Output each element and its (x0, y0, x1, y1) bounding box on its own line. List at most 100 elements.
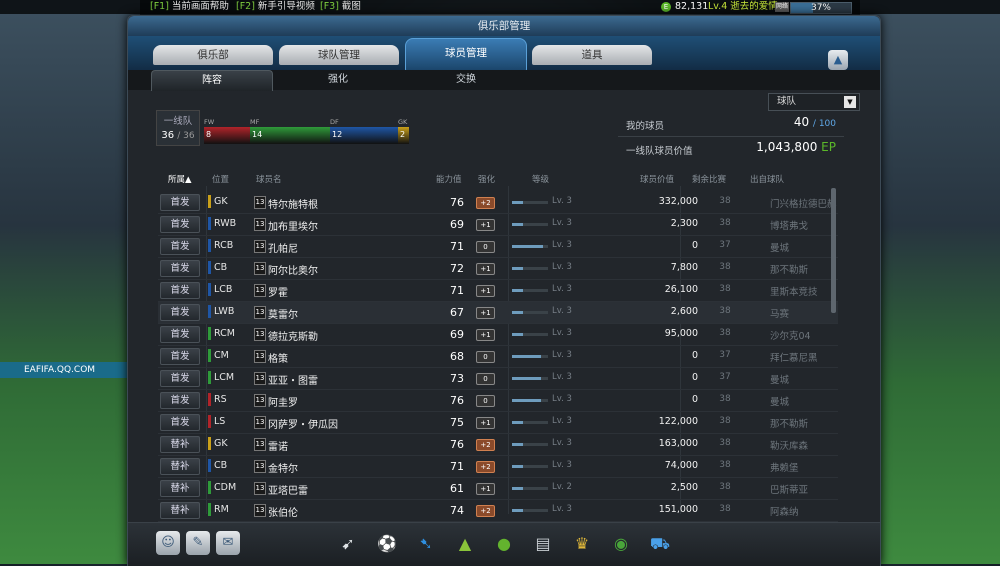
header-ovr[interactable]: 能力值 (436, 173, 462, 185)
table-row[interactable]: 替补 CDM 13 亚塔巴雷 61 +1 Lv. 2 2,500 38 巴斯蒂亚 (158, 478, 838, 500)
lineup-slot-button[interactable]: 替补 (160, 436, 200, 453)
table-row[interactable]: 首发 LCB 13 罗霍 71 +1 Lv. 3 26,100 38 里斯本竞技 (158, 280, 838, 302)
player-name[interactable]: 张伯伦 (268, 504, 298, 519)
boots-icon[interactable]: ➹ (334, 529, 362, 559)
header-level[interactable]: 等级 (532, 173, 549, 185)
bottom-toolbar: ☺ ✎ ✉ ➹ ⚽ ➷ ▲ ● ▤ ♛ ◉ ⛟ (128, 522, 880, 566)
player-name[interactable]: 格策 (268, 350, 288, 365)
level-progress-fill (512, 377, 541, 380)
player-ovr: 72 (450, 262, 464, 275)
cleats-icon[interactable]: ➷ (412, 529, 440, 559)
lineup-slot-button[interactable]: 首发 (160, 194, 200, 211)
table-row[interactable]: 首发 RS 13 阿圭罗 76 0 Lv. 3 0 38 曼城 (158, 390, 838, 412)
lineup-slot-button[interactable]: 首发 (160, 238, 200, 255)
table-row[interactable]: 首发 CB 13 阿尔比奥尔 72 +1 Lv. 3 7,800 38 那不勒斯 (158, 258, 838, 280)
lineup-slot-button[interactable]: 首发 (160, 348, 200, 365)
player-name[interactable]: 金特尔 (268, 460, 298, 475)
table-row[interactable]: 替补 RM 13 张伯伦 74 +2 Lv. 3 151,000 38 阿森纳 (158, 500, 838, 522)
header-price[interactable]: 球员价值 (640, 173, 674, 185)
table-row[interactable]: 替补 GK 13 雷诺 76 +2 Lv. 3 163,000 38 勒沃库森 (158, 434, 838, 456)
club-icon[interactable]: ◉ (607, 529, 635, 559)
origin-club: 巴斯蒂亚 (770, 485, 809, 496)
lineup-slot-button[interactable]: 替补 (160, 502, 200, 519)
lineup-slot-button[interactable]: 首发 (160, 370, 200, 387)
player-name[interactable]: 特尔施特根 (268, 196, 318, 211)
team-filter-select[interactable]: 球队 ▼ (768, 93, 860, 111)
player-name[interactable]: 阿圭罗 (268, 394, 298, 409)
subtab-enhance[interactable]: 强化 (278, 70, 398, 90)
collapse-up-icon[interactable]: ▲ (828, 50, 848, 70)
origin-club: 曼城 (770, 397, 790, 408)
table-row[interactable]: 首发 CM 13 格策 68 0 Lv. 3 0 37 拜仁慕尼黑 (158, 346, 838, 368)
table-row[interactable]: 首发 LS 13 冈萨罗・伊瓜因 75 +1 Lv. 3 122,000 38 那不勒斯 (158, 412, 838, 434)
subtab-trade[interactable]: 交换 (406, 70, 526, 90)
table-row[interactable]: 首发 RCM 13 德拉克斯勒 69 +1 Lv. 3 95,000 38 沙尔克04 (158, 324, 838, 346)
tab-team-management[interactable]: 球队管理 (279, 45, 399, 65)
player-ovr: 71 (450, 284, 464, 297)
help-hotkey[interactable]: [F1] 当前画面帮助 (150, 0, 229, 14)
position-color-chip (208, 283, 211, 296)
table-scrollbar[interactable] (831, 188, 836, 313)
lineup-slot-button[interactable]: 替补 (160, 458, 200, 475)
cart-icon[interactable]: ⛟ (646, 529, 674, 559)
level-progress-bar (512, 267, 548, 270)
player-value: 163,000 (658, 438, 698, 449)
player-name[interactable]: 阿尔比奥尔 (268, 262, 318, 277)
cards-icon[interactable]: ▤ (529, 529, 557, 559)
level-progress-fill (512, 487, 523, 490)
lineup-slot-button[interactable]: 替补 (160, 480, 200, 497)
table-row[interactable]: 首发 GK 13 特尔施特根 76 +2 Lv. 3 332,000 38 门兴格拉德巴赫 (158, 192, 838, 214)
player-name[interactable]: 德拉克斯勒 (268, 328, 318, 343)
lineup-slot-button[interactable]: 首发 (160, 392, 200, 409)
tab-club[interactable]: 俱乐部 (153, 45, 273, 65)
player-name[interactable]: 莫雷尔 (268, 306, 298, 321)
lineup-slot-button[interactable]: 首发 (160, 304, 200, 321)
player-name[interactable]: 亚亚・图雷 (268, 372, 318, 387)
header-enhance[interactable]: 强化 (478, 173, 495, 185)
ball-icon[interactable]: ⚽ (373, 529, 401, 559)
profile-icon[interactable]: ☺ (156, 531, 180, 555)
header-slot[interactable]: 所属▲ (168, 173, 192, 185)
mail-icon[interactable]: ✉ (216, 531, 240, 555)
table-row[interactable]: 首发 LWB 13 莫雷尔 67 +1 Lv. 3 2,600 38 马赛 (158, 302, 838, 324)
player-name[interactable]: 冈萨罗・伊瓜因 (268, 416, 338, 431)
table-row[interactable]: 首发 RWB 13 加布里埃尔 69 +1 Lv. 3 2,300 38 博塔弗戈 (158, 214, 838, 236)
player-name[interactable]: 雷诺 (268, 438, 288, 453)
screenshot-hotkey[interactable]: [F3] 截图 (320, 0, 361, 14)
position-count: 12 (332, 130, 343, 139)
lineup-slot-button[interactable]: 首发 (160, 216, 200, 233)
player-name[interactable]: 加布里埃尔 (268, 218, 318, 233)
player-ovr: 71 (450, 240, 464, 253)
header-remaining[interactable]: 剩余比赛 (692, 173, 726, 185)
subtab-lineup[interactable]: 阵容 (151, 70, 273, 91)
tutorial-hotkey[interactable]: [F2] 新手引导视频 (236, 0, 315, 14)
header-position[interactable]: 位置 (212, 173, 229, 185)
lineup-slot-button[interactable]: 首发 (160, 260, 200, 277)
tab-items[interactable]: 道具 (532, 45, 652, 65)
ranking-icon[interactable]: ▲ (451, 529, 479, 559)
season-badge-icon: 13 (254, 218, 266, 231)
level-progress-fill (512, 267, 523, 270)
chevron-down-icon[interactable]: ▼ (844, 96, 856, 108)
jersey-icon[interactable]: ♛ (568, 529, 596, 559)
level-progress-fill (512, 421, 523, 424)
player-name[interactable]: 亚塔巴雷 (268, 482, 308, 497)
player-name[interactable]: 孔帕尼 (268, 240, 298, 255)
table-row[interactable]: 替补 CB 13 金特尔 71 +2 Lv. 3 74,000 38 弗赖堡 (158, 456, 838, 478)
player-position: CDM (214, 482, 237, 493)
header-name[interactable]: 球员名 (256, 173, 282, 185)
position-color-chip (208, 239, 211, 252)
lineup-slot-button[interactable]: 首发 (160, 282, 200, 299)
season-badge-icon: 13 (254, 504, 266, 517)
header-club[interactable]: 出自球队 (750, 173, 784, 185)
tab-player-management[interactable]: 球员管理 (405, 38, 527, 71)
lineup-slot-button[interactable]: 首发 (160, 326, 200, 343)
lineup-slot-button[interactable]: 首发 (160, 414, 200, 431)
table-row[interactable]: 首发 RCB 13 孔帕尼 71 0 Lv. 3 0 37 曼城 (158, 236, 838, 258)
player-name[interactable]: 罗霍 (268, 284, 288, 299)
player-level: Lv. 3 (552, 306, 572, 316)
enhance-level-badge: +1 (476, 219, 495, 231)
chat-icon[interactable]: ✎ (186, 531, 210, 555)
worldcup-icon[interactable]: ● (490, 529, 518, 559)
table-row[interactable]: 首发 LCM 13 亚亚・图雷 73 0 Lv. 3 0 37 曼城 (158, 368, 838, 390)
